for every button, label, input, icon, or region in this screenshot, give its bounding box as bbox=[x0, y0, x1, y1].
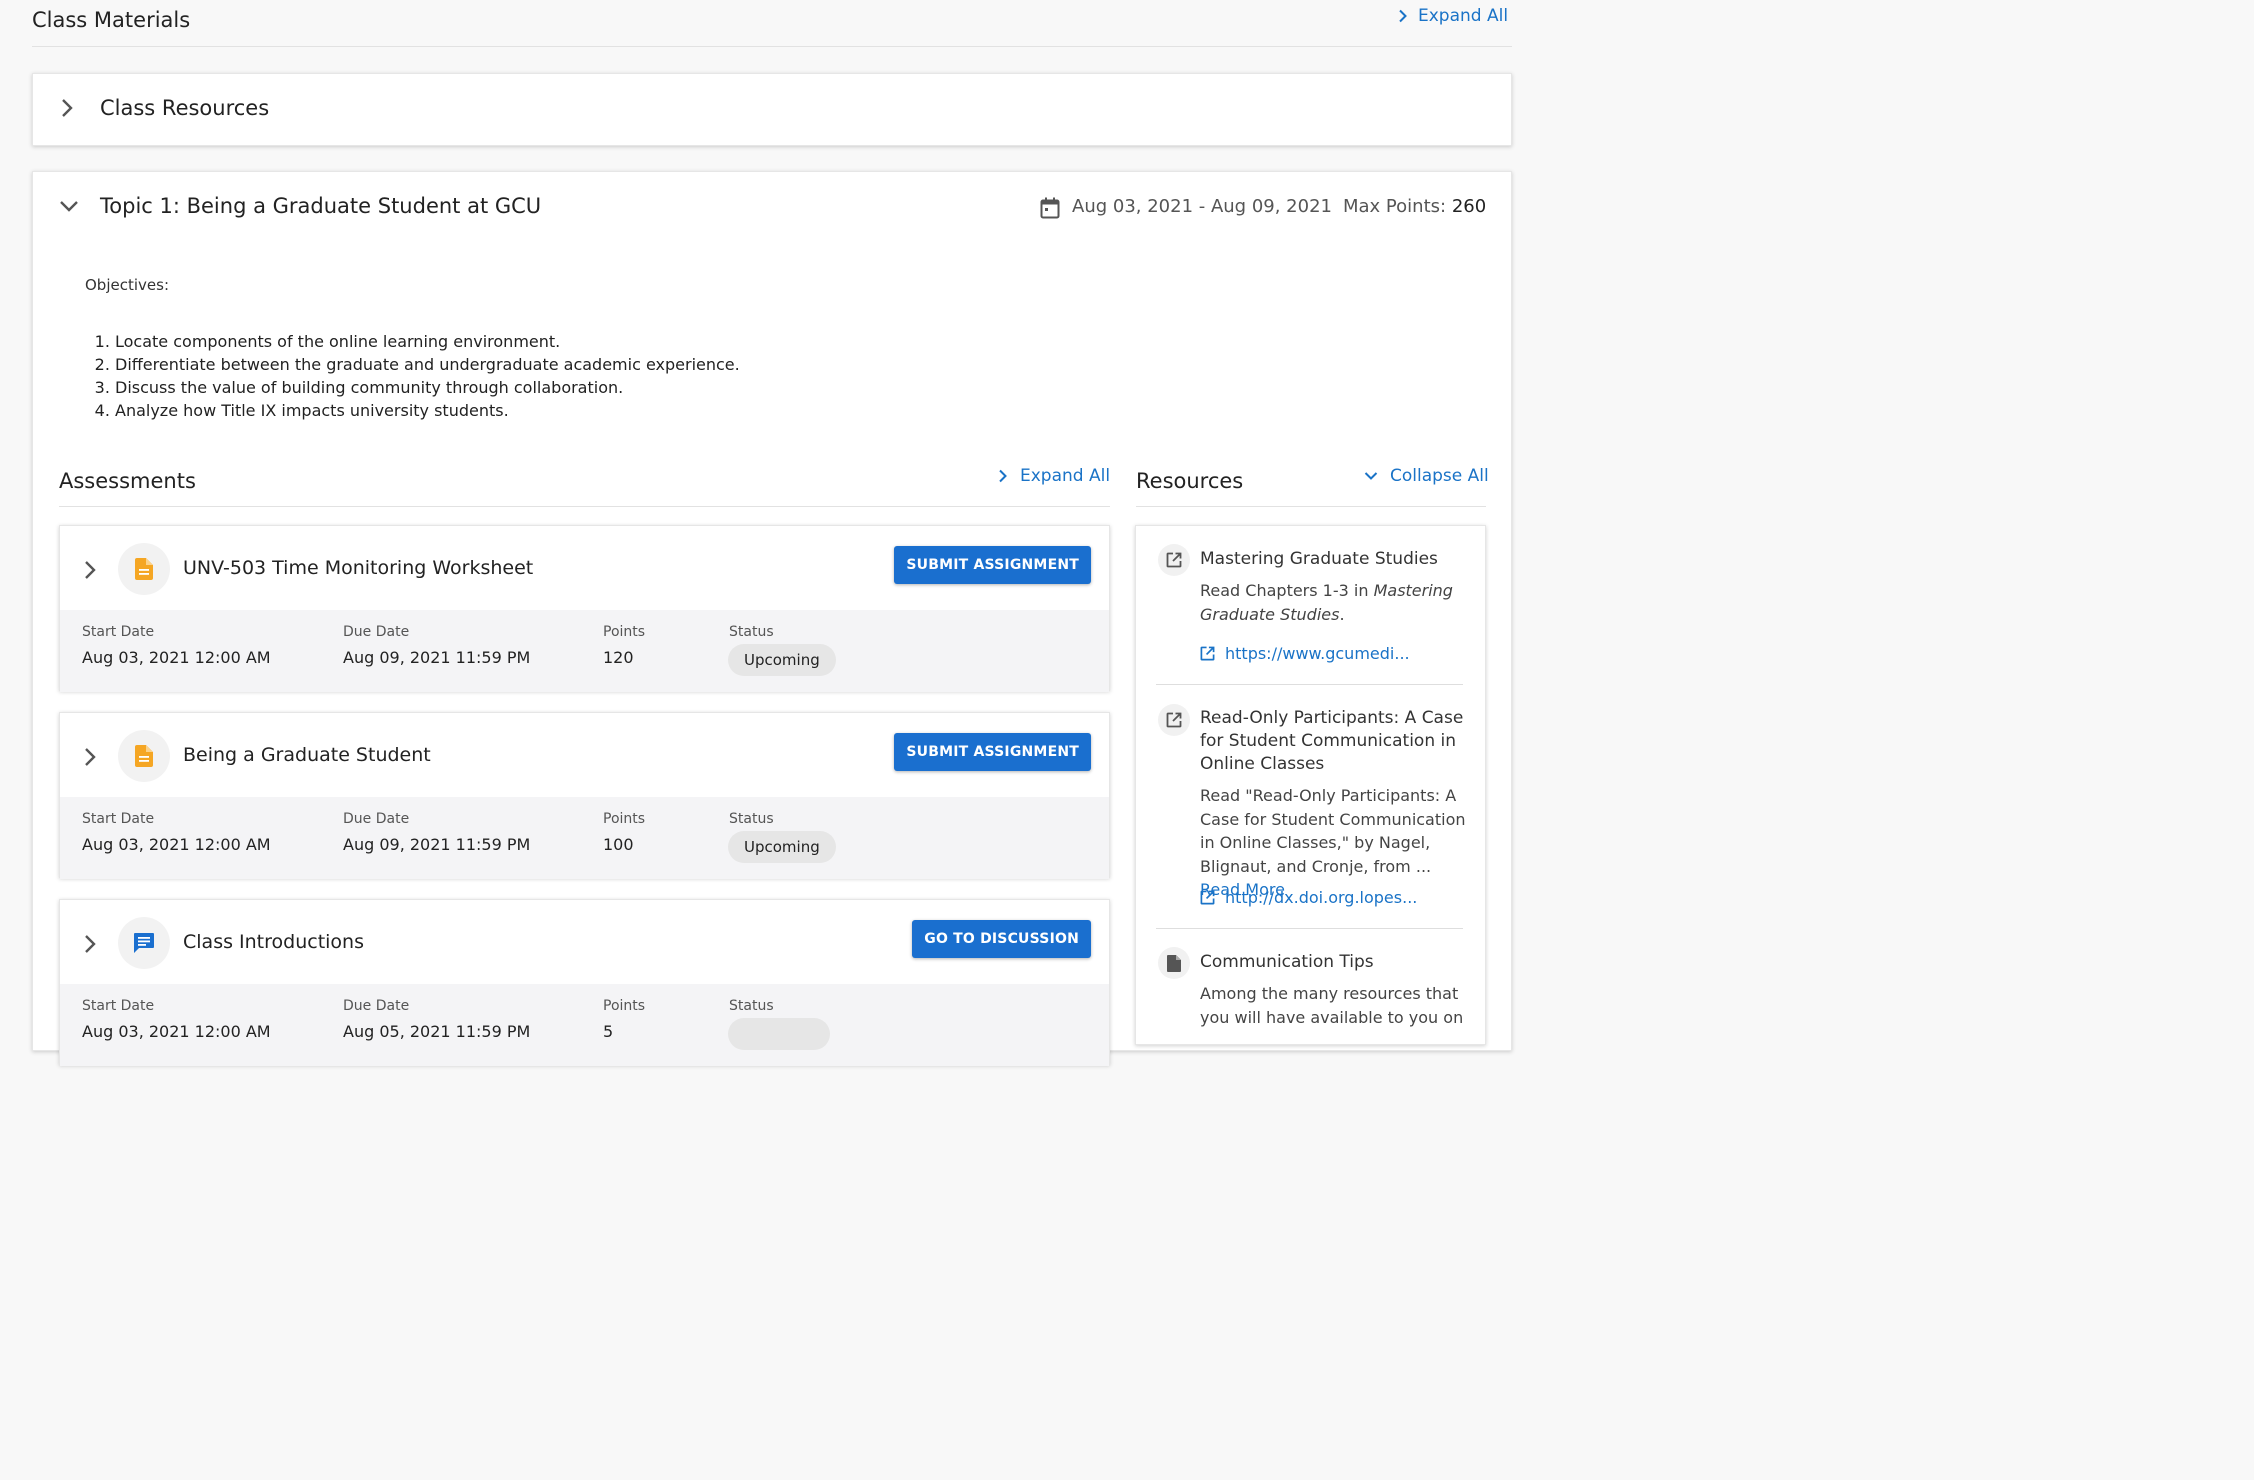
assessment-name[interactable]: Class Introductions bbox=[183, 931, 364, 953]
divider bbox=[1156, 928, 1463, 929]
assessments-expand-all-button[interactable]: Expand All bbox=[998, 466, 1110, 486]
assessment-details: Start Date Aug 03, 2021 12:00 AM Due Dat… bbox=[60, 610, 1109, 692]
expand-all-label: Expand All bbox=[1418, 6, 1509, 26]
external-link-icon bbox=[1158, 544, 1190, 576]
due-date-value: Aug 09, 2021 11:59 PM bbox=[343, 835, 531, 854]
start-date-label: Start Date bbox=[82, 998, 155, 1014]
status-badge: Upcoming bbox=[728, 644, 836, 676]
assessment-card: Being a Graduate Student SUBMIT ASSIGNME… bbox=[59, 712, 1110, 879]
due-date-label: Due Date bbox=[343, 624, 410, 640]
resources-collapse-all-button[interactable]: Collapse All bbox=[1364, 466, 1489, 486]
start-date-value: Aug 03, 2021 12:00 AM bbox=[82, 1022, 271, 1041]
resource-title[interactable]: Communication Tips bbox=[1200, 951, 1470, 974]
topic-dates: Aug 03, 2021 - Aug 09, 2021 bbox=[1072, 196, 1332, 217]
collapse-all-label: Collapse All bbox=[1390, 466, 1489, 486]
objectives-label: Objectives: bbox=[85, 276, 169, 294]
start-date-label: Start Date bbox=[82, 624, 155, 640]
max-points-label: Max Points: bbox=[1343, 196, 1447, 217]
expand-all-label: Expand All bbox=[1020, 466, 1111, 486]
assessment-name[interactable]: UNV-503 Time Monitoring Worksheet bbox=[183, 557, 533, 579]
resources-panel: Mastering Graduate Studies Read Chapters… bbox=[1135, 525, 1486, 1045]
due-date-value: Aug 09, 2021 11:59 PM bbox=[343, 648, 531, 667]
resource-link-text: https://www.gcumedi... bbox=[1225, 644, 1410, 663]
external-link-icon bbox=[1158, 704, 1190, 736]
expand-all-button[interactable]: Expand All bbox=[1398, 6, 1508, 26]
points-label: Points bbox=[603, 624, 646, 640]
resource-link[interactable]: https://www.gcumedi... bbox=[1200, 644, 1410, 663]
chevron-right-icon[interactable] bbox=[84, 747, 96, 767]
divider bbox=[1136, 506, 1486, 507]
max-points-value: 260 bbox=[1451, 196, 1487, 217]
resource-link-text: http://dx.doi.org.lopes... bbox=[1225, 888, 1418, 907]
chevron-right-icon[interactable] bbox=[84, 934, 96, 954]
due-date-value: Aug 05, 2021 11:59 PM bbox=[343, 1022, 531, 1041]
assessment-details: Start Date Aug 03, 2021 12:00 AM Due Dat… bbox=[60, 984, 1109, 1066]
divider bbox=[1156, 684, 1463, 685]
start-date-label: Start Date bbox=[82, 811, 155, 827]
resource-title[interactable]: Mastering Graduate Studies bbox=[1200, 548, 1470, 571]
resources-title: Resources bbox=[1136, 469, 1244, 493]
status-badge: Upcoming bbox=[728, 831, 836, 863]
points-value: 5 bbox=[603, 1022, 614, 1041]
submit-assignment-button[interactable]: SUBMIT ASSIGNMENT bbox=[894, 733, 1091, 771]
chevron-right-icon bbox=[1398, 9, 1408, 23]
page-title: Class Materials bbox=[32, 8, 191, 32]
chevron-down-icon bbox=[1364, 471, 1378, 481]
due-date-label: Due Date bbox=[343, 998, 410, 1014]
chevron-right-icon bbox=[61, 98, 73, 118]
assessments-title: Assessments bbox=[59, 469, 196, 493]
start-date-value: Aug 03, 2021 12:00 AM bbox=[82, 648, 271, 667]
resource-description: Read Chapters 1-3 in Mastering Graduate … bbox=[1200, 579, 1475, 626]
chevron-down-icon[interactable] bbox=[59, 200, 79, 212]
resource-desc-text: Read "Read-Only Participants: A Case for… bbox=[1200, 786, 1466, 876]
calendar-icon bbox=[1040, 197, 1060, 219]
resource-desc-text: Read Chapters 1-3 in bbox=[1200, 581, 1374, 600]
objective-item: Differentiate between the graduate and u… bbox=[115, 353, 740, 376]
class-resources-title: Class Resources bbox=[100, 96, 270, 120]
divider bbox=[32, 46, 1512, 47]
assessment-header: Being a Graduate Student SUBMIT ASSIGNME… bbox=[60, 713, 1109, 797]
resource-link[interactable]: http://dx.doi.org.lopes... bbox=[1200, 888, 1417, 907]
assessment-header: Class Introductions GO TO DISCUSSION bbox=[60, 900, 1109, 984]
status-label: Status bbox=[729, 811, 774, 827]
divider bbox=[59, 506, 1110, 507]
chevron-right-icon[interactable] bbox=[84, 560, 96, 580]
document-icon bbox=[118, 730, 170, 782]
assessment-name[interactable]: Being a Graduate Student bbox=[183, 744, 431, 766]
status-badge bbox=[728, 1018, 830, 1050]
status-label: Status bbox=[729, 624, 774, 640]
document-icon bbox=[118, 543, 170, 595]
external-link-icon bbox=[1200, 646, 1215, 661]
due-date-label: Due Date bbox=[343, 811, 410, 827]
assessment-card: UNV-503 Time Monitoring Worksheet SUBMIT… bbox=[59, 525, 1110, 692]
resource-description: Among the many resources that you will h… bbox=[1200, 984, 1464, 1027]
max-points: Max Points: 260 bbox=[1343, 196, 1486, 217]
assessment-details: Start Date Aug 03, 2021 12:00 AM Due Dat… bbox=[60, 797, 1109, 879]
external-link-icon bbox=[1200, 890, 1215, 905]
start-date-value: Aug 03, 2021 12:00 AM bbox=[82, 835, 271, 854]
assessment-card: Class Introductions GO TO DISCUSSION Sta… bbox=[59, 899, 1110, 1066]
class-resources-panel[interactable]: Class Resources bbox=[32, 73, 1512, 146]
resource-title[interactable]: Read-Only Participants: A Case for Stude… bbox=[1200, 707, 1470, 776]
go-to-discussion-button[interactable]: GO TO DISCUSSION bbox=[912, 920, 1091, 958]
chevron-right-icon bbox=[998, 469, 1008, 483]
points-value: 120 bbox=[603, 648, 634, 667]
points-value: 100 bbox=[603, 835, 634, 854]
resource-description: Read "Read-Only Participants: A Case for… bbox=[1200, 784, 1475, 902]
assessment-header: UNV-503 Time Monitoring Worksheet SUBMIT… bbox=[60, 526, 1109, 610]
resource-desc-text: . bbox=[1339, 604, 1345, 624]
points-label: Points bbox=[603, 998, 646, 1014]
points-label: Points bbox=[603, 811, 646, 827]
objective-item: Discuss the value of building community … bbox=[115, 376, 740, 399]
objectives-list: Locate components of the online learning… bbox=[115, 330, 740, 422]
file-icon bbox=[1158, 947, 1190, 979]
status-label: Status bbox=[729, 998, 774, 1014]
objective-item: Locate components of the online learning… bbox=[115, 330, 740, 353]
submit-assignment-button[interactable]: SUBMIT ASSIGNMENT bbox=[894, 546, 1091, 584]
topic-title: Topic 1: Being a Graduate Student at GCU bbox=[100, 194, 542, 218]
objective-item: Analyze how Title IX impacts university … bbox=[115, 399, 740, 422]
discussion-icon bbox=[118, 917, 170, 969]
